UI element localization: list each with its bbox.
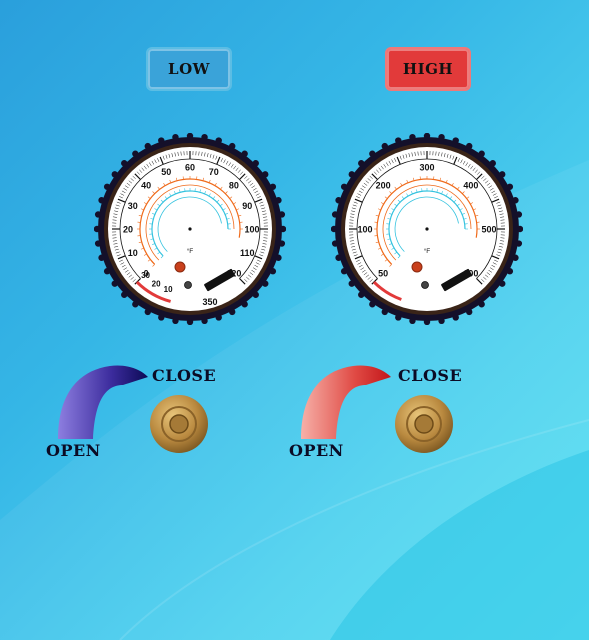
low-gauge-unit: °F <box>187 247 194 255</box>
low-gauge-scale-label: 110 <box>240 248 255 258</box>
high-side-button[interactable]: HIGH <box>385 47 471 91</box>
low-gauge-scale-label: 10 <box>128 248 138 258</box>
low-gauge-vacuum-label: 10 <box>164 285 173 294</box>
low-valve-knob[interactable] <box>149 394 209 454</box>
high-gauge-needle-hub <box>425 227 429 231</box>
low-gauge-scale-label: 60 <box>185 163 195 173</box>
high-valve-open-label: OPEN <box>289 441 344 460</box>
high-gauge-scale-label: 50 <box>378 268 388 278</box>
low-gauge-scale-label: 20 <box>123 225 133 235</box>
high-gauge-scale-label: 400 <box>463 181 478 191</box>
low-valve-open-label: OPEN <box>46 441 101 460</box>
high-gauge-scale-label: 200 <box>376 181 391 191</box>
high-valve-handle[interactable] <box>298 363 393 443</box>
low-gauge-scale-label: 90 <box>242 201 252 211</box>
low-gauge-logo <box>174 261 186 273</box>
low-valve-close-label: CLOSE <box>152 366 217 385</box>
low-gauge-scale-label: 100 <box>244 225 259 235</box>
low-gauge-needle-hub <box>188 227 192 231</box>
high-gauge-logo <box>411 261 423 273</box>
low-gauge-max-label: 350 <box>202 297 217 307</box>
high-gauge-unit: °F <box>424 247 431 255</box>
high-valve-close-label: CLOSE <box>398 366 463 385</box>
low-gauge-screw <box>184 281 192 289</box>
high-gauge-scale-label: 100 <box>357 225 372 235</box>
high-gauge-scale-label: 300 <box>419 163 434 173</box>
low-gauge-scale-label: 70 <box>209 167 219 177</box>
low-gauge-scale-label: 80 <box>229 181 239 191</box>
low-gauge-scale-label: 30 <box>128 201 138 211</box>
high-gauge-scale-label: 500 <box>481 225 496 235</box>
high-valve-knob[interactable] <box>394 394 454 454</box>
low-valve-handle[interactable] <box>55 363 150 443</box>
low-side-button[interactable]: LOW <box>146 47 232 91</box>
low-pressure-gauge: 0102030405060708090100110120102030350°F <box>94 133 286 325</box>
low-gauge-scale-label: 40 <box>141 181 151 191</box>
high-pressure-gauge: 50100200300400500600°F <box>331 133 523 325</box>
low-gauge-vacuum-label: 20 <box>152 279 161 288</box>
low-gauge-scale-label: 50 <box>161 167 171 177</box>
high-gauge-screw <box>421 281 429 289</box>
low-gauge-vacuum-label: 30 <box>141 271 150 280</box>
